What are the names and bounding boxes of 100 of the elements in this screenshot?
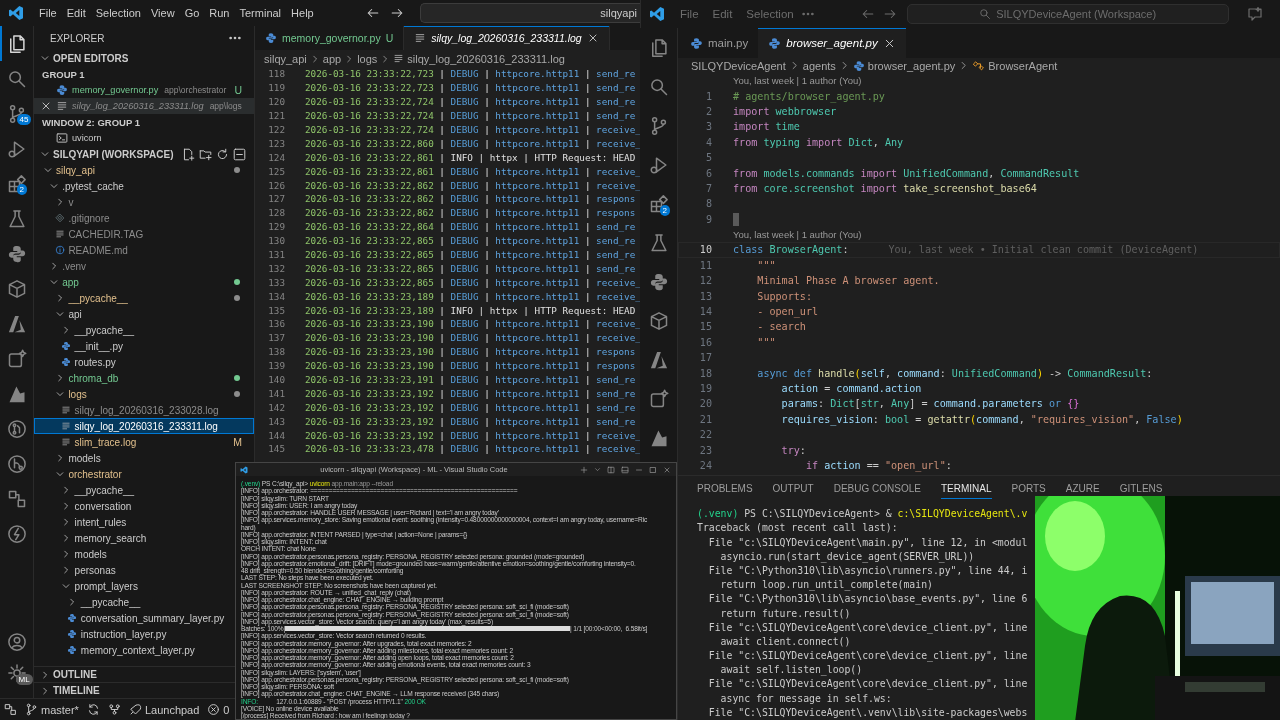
tree-item[interactable]: .venv — [48, 258, 87, 274]
chevron-right-icon[interactable] — [40, 685, 50, 696]
split-icon[interactable] — [607, 465, 615, 474]
tree-item[interactable]: conversation_summary_layer.py — [66, 610, 225, 626]
extensions-icon[interactable] — [6, 173, 27, 194]
panel-tab[interactable]: GITLENS — [1119, 482, 1163, 494]
problems-button[interactable]: 0 — [207, 703, 230, 716]
remote-explorer-icon[interactable] — [6, 488, 27, 509]
tree-item[interactable]: chroma_db — [54, 370, 119, 386]
tree-item[interactable]: routes.py — [60, 354, 116, 370]
app-logo-icon[interactable] — [240, 465, 248, 474]
branch-button[interactable]: master* — [25, 703, 79, 716]
new-folder-icon[interactable] — [199, 147, 212, 161]
sync-icon[interactable] — [86, 703, 100, 716]
tree-item[interactable]: logs — [54, 386, 87, 402]
launchpad-button[interactable]: Launchpad — [128, 703, 200, 716]
menu-item[interactable]: Selection — [739, 6, 801, 22]
chevron-down-icon[interactable] — [54, 389, 65, 399]
tree-item[interactable]: __pycache__ — [60, 482, 135, 498]
tree-item[interactable]: silqy_api — [42, 162, 95, 178]
panel-tab[interactable]: PORTS — [1011, 482, 1046, 494]
chevron-down-icon[interactable] — [61, 581, 72, 591]
codelens[interactable]: You, last week | 1 author (You) — [733, 229, 862, 241]
breadcrumb-item[interactable]: silqy_api — [264, 52, 307, 65]
breadcrumb-item[interactable]: browser_agent.py — [867, 59, 956, 72]
python-icon[interactable] — [6, 243, 27, 264]
chevron-down-icon[interactable] — [54, 309, 65, 319]
run-debug-icon[interactable] — [648, 154, 669, 175]
app-logo-icon[interactable] — [8, 5, 24, 21]
search-icon[interactable] — [648, 76, 669, 97]
panel-tab[interactable]: TERMINAL — [940, 482, 992, 499]
breadcrumb-item[interactable]: logs — [357, 52, 378, 65]
tree-item[interactable]: personas — [60, 562, 116, 578]
breadcrumb-item[interactable]: agents — [802, 59, 836, 72]
chevron-down-icon[interactable] — [48, 181, 59, 191]
lightning-icon[interactable] — [6, 523, 27, 544]
app-logo-icon[interactable] — [649, 6, 665, 22]
tree-item[interactable]: __init__.py — [60, 338, 123, 354]
panel-tab[interactable]: AZURE — [1065, 482, 1100, 494]
pull-request-icon[interactable] — [6, 418, 27, 439]
editor-tab[interactable]: browser_agent.py — [758, 28, 906, 58]
triangle-logo-icon[interactable] — [648, 349, 669, 370]
menu-item[interactable]: Go — [179, 5, 205, 21]
menu-item[interactable]: File — [34, 5, 62, 21]
tree-item[interactable]: app — [48, 274, 79, 290]
menu-item[interactable]: Edit — [705, 6, 740, 22]
refresh-icon[interactable] — [216, 147, 229, 161]
tree-item[interactable]: slim_trace.log — [60, 434, 137, 450]
tree-item[interactable]: api — [54, 306, 82, 322]
editor-tab[interactable]: silqy_log_20260316_233311.log — [404, 26, 610, 50]
tree-item[interactable]: __pycache__ — [54, 290, 128, 306]
tree-item[interactable]: orchestrator — [54, 466, 122, 482]
chevron-down-icon[interactable] — [48, 277, 59, 287]
chevron-down-icon[interactable] — [42, 165, 53, 175]
menu-item[interactable]: Terminal — [234, 5, 287, 21]
back-arrow-icon[interactable] — [366, 6, 380, 20]
codelens[interactable]: You, last week | 1 author (You) — [733, 75, 862, 87]
tree-item[interactable]: v — [54, 194, 74, 210]
triangle-logo-icon[interactable] — [6, 313, 27, 334]
menu-item[interactable]: Edit — [61, 5, 91, 21]
account-icon[interactable] — [6, 632, 27, 652]
tree-item[interactable]: models — [54, 450, 101, 466]
tree-item[interactable]: silqy_log_20260316_233311.log — [60, 418, 218, 434]
plus-icon[interactable] — [580, 465, 588, 474]
tree-item[interactable]: CACHEDIR.TAG — [54, 226, 144, 242]
panel-tab[interactable]: OUTPUT — [772, 482, 814, 494]
tree-item[interactable]: __pycache__ — [60, 322, 135, 338]
menu-item[interactable]: Selection — [90, 5, 146, 21]
tree-item[interactable]: memory_search — [60, 530, 147, 546]
maximize-icon[interactable] — [649, 465, 657, 474]
breadcrumb-item[interactable]: SILQYDeviceAgent — [691, 59, 786, 72]
panel-icon[interactable] — [621, 465, 629, 474]
tree-item[interactable]: intent_rules — [60, 514, 127, 530]
section-title[interactable]: SILQYAPI (WORKSPACE) — [53, 148, 174, 160]
sparkle-frame-icon[interactable] — [648, 388, 669, 409]
open-editor-item[interactable]: uvicorn — [34, 130, 254, 146]
menu-item[interactable]: Run — [204, 5, 235, 21]
tree-item[interactable]: conversation — [60, 498, 132, 514]
history-icon[interactable] — [6, 453, 27, 474]
cube-icon[interactable] — [6, 278, 27, 299]
cube-icon[interactable] — [648, 310, 669, 331]
section-title[interactable]: TIMELINE — [53, 685, 100, 696]
open-editor-item[interactable]: memory_governor.py app\orchestrator U — [34, 82, 254, 98]
forward-arrow-icon[interactable] — [390, 6, 404, 20]
chevron-down-icon[interactable] — [40, 53, 50, 63]
menu-item[interactable]: View — [145, 5, 180, 21]
remote-icon[interactable] — [4, 703, 17, 716]
panel-tab[interactable]: DEBUG CONSOLE — [833, 482, 921, 494]
panel-tab[interactable]: PROBLEMS — [697, 482, 753, 494]
breadcrumb-item[interactable]: silqy_log_20260316_233311.log — [407, 52, 565, 65]
editor-tab[interactable]: main.py — [680, 28, 759, 58]
tree-item[interactable]: __pycache__ — [66, 594, 141, 610]
chevron-right-icon[interactable] — [40, 669, 50, 680]
tree-item[interactable]: .pytest_cache — [48, 178, 124, 194]
chevron-down-icon[interactable] — [594, 465, 601, 473]
section-title[interactable]: OUTLINE — [53, 669, 97, 680]
tree-item[interactable]: silqy_log_20260316_233028.log — [60, 402, 219, 418]
run-debug-icon[interactable] — [6, 138, 27, 159]
chat-icon[interactable] — [1246, 6, 1263, 22]
section-title[interactable]: OPEN EDITORS — [53, 52, 129, 64]
